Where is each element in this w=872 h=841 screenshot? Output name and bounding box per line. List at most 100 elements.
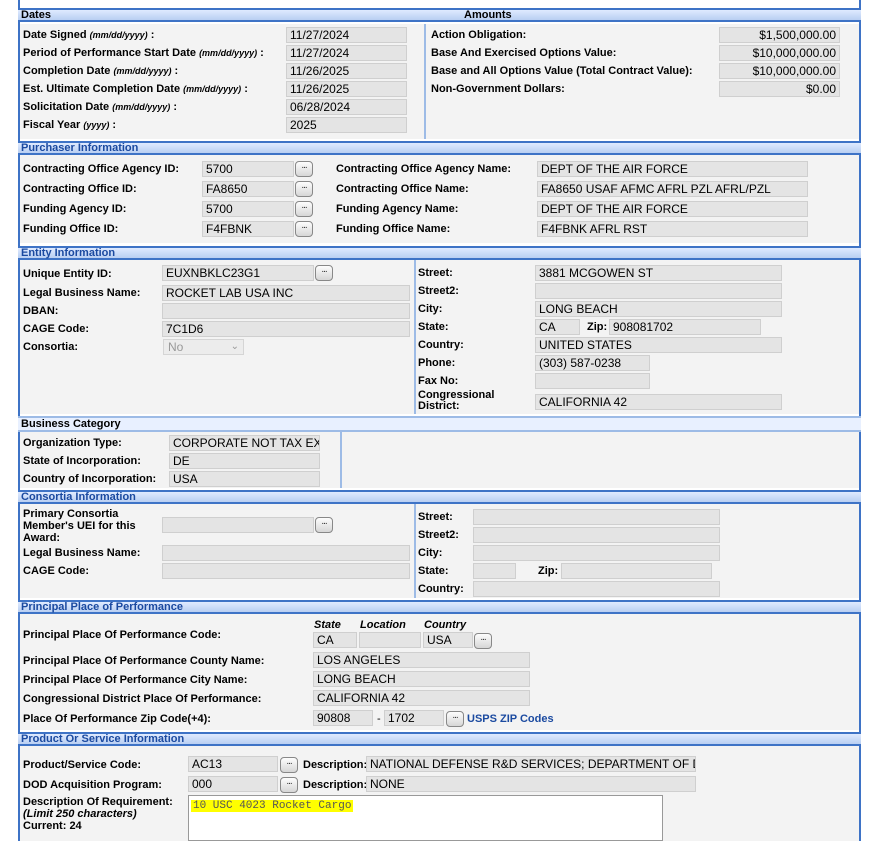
consortia-legal-name-field[interactable]: [162, 545, 410, 561]
pop-zip4-field[interactable]: 1702: [384, 710, 444, 726]
co-agency-name-field[interactable]: DEPT OF THE AIR FORCE: [537, 161, 808, 177]
dod-description-field[interactable]: NONE: [366, 776, 696, 792]
psc-label: Product/Service Code:: [23, 759, 141, 771]
psc-lookup-icon[interactable]: ...: [280, 757, 298, 773]
est-ultimate-field[interactable]: 11/26/2025: [286, 81, 407, 97]
entity-header: Entity Information: [18, 246, 861, 260]
state-label: State:: [418, 321, 449, 333]
psc-field[interactable]: AC13: [188, 756, 278, 772]
street2-label: Street2:: [418, 285, 459, 297]
pop-location-field[interactable]: [359, 632, 421, 648]
co-agency-lookup-icon[interactable]: ...: [295, 161, 313, 177]
base-all-options-field[interactable]: $10,000,000.00: [719, 63, 840, 79]
funding-office-name-label: Funding Office Name:: [336, 223, 451, 235]
requirement-text: 10 USC 4023 Rocket Cargo: [191, 800, 354, 812]
pop-start-field[interactable]: 11/27/2024: [286, 45, 407, 61]
pop-zip-label: Place Of Performance Zip Code(+4):: [23, 713, 211, 725]
dod-program-lookup-icon[interactable]: ...: [280, 777, 298, 793]
date-signed-field[interactable]: 11/27/2024: [286, 27, 407, 43]
legal-name-field[interactable]: ROCKET LAB USA INC: [162, 285, 410, 301]
fax-field[interactable]: [535, 373, 650, 389]
cong-district-field[interactable]: CALIFORNIA 42: [535, 394, 782, 410]
solicitation-date-label: Solicitation Date (mm/dd/yyyy) :: [23, 101, 178, 113]
consortia-cage-field[interactable]: [162, 563, 410, 579]
co-name-label: Contracting Office Name:: [336, 183, 469, 195]
phone-field[interactable]: (303) 587-0238: [535, 355, 650, 371]
city-field[interactable]: LONG BEACH: [535, 301, 782, 317]
completion-date-field[interactable]: 11/26/2025: [286, 63, 407, 79]
pop-zip-lookup-icon[interactable]: ...: [446, 711, 464, 727]
consortia-street2-label: Street2:: [418, 529, 459, 541]
product-header: Product Or Service Information: [18, 732, 861, 746]
consortia-uei-lookup-icon[interactable]: ...: [315, 517, 333, 533]
solicitation-date-field[interactable]: 06/28/2024: [286, 99, 407, 115]
base-exercised-field[interactable]: $10,000,000.00: [719, 45, 840, 61]
non-gov-dollars-field[interactable]: $0.00: [719, 81, 840, 97]
funding-agency-id-field[interactable]: 5700: [202, 201, 294, 217]
org-type-label: Organization Type:: [23, 437, 122, 449]
funding-office-lookup-icon[interactable]: ...: [295, 221, 313, 237]
co-agency-id-field[interactable]: 5700: [202, 161, 294, 177]
action-obligation-field[interactable]: $1,500,000.00: [719, 27, 840, 43]
funding-agency-lookup-icon[interactable]: ...: [295, 201, 313, 217]
divider: [414, 504, 416, 598]
co-id-lookup-icon[interactable]: ...: [295, 181, 313, 197]
dod-program-label: DOD Acquisition Program:: [23, 779, 162, 791]
pop-country-field[interactable]: USA: [423, 632, 473, 648]
consortia-city-field[interactable]: [473, 545, 720, 561]
country-field[interactable]: UNITED STATES: [535, 337, 782, 353]
divider: [340, 432, 342, 488]
country-inc-field[interactable]: USA: [169, 471, 320, 487]
consortia-zip-field[interactable]: [561, 563, 712, 579]
street-label: Street:: [418, 267, 453, 279]
pop-county-label: Principal Place Of Performance County Na…: [23, 655, 265, 667]
co-name-field[interactable]: FA8650 USAF AFMC AFRL PZL AFRL/PZL: [537, 181, 808, 197]
consortia-state-field[interactable]: [473, 563, 516, 579]
pop-zip-separator: -: [377, 713, 381, 725]
org-type-field[interactable]: CORPORATE NOT TAX EXEMPT: [169, 435, 320, 451]
consortia-legal-name-label: Legal Business Name:: [23, 547, 141, 559]
zip-field[interactable]: 908081702: [609, 319, 761, 335]
co-agency-id-label: Contracting Office Agency ID:: [23, 163, 180, 175]
divider: [424, 24, 426, 139]
funding-office-name-field[interactable]: F4FBNK AFRL RST: [537, 221, 808, 237]
state-inc-field[interactable]: DE: [169, 453, 320, 469]
pop-city-field[interactable]: LONG BEACH: [313, 671, 530, 687]
pop-zip5-field[interactable]: 90808: [313, 710, 373, 726]
pop-county-field[interactable]: LOS ANGELES: [313, 652, 530, 668]
consortia-country-field[interactable]: [473, 581, 720, 597]
funding-office-id-field[interactable]: F4FBNK: [202, 221, 294, 237]
pop-state-field[interactable]: CA: [313, 632, 357, 648]
primary-consortia-uei-field[interactable]: [162, 517, 314, 533]
country-label: Country:: [418, 339, 464, 351]
pop-code-lookup-icon[interactable]: ...: [474, 633, 492, 649]
co-id-field[interactable]: FA8650: [202, 181, 294, 197]
state-inc-label: State of Incorporation:: [23, 455, 141, 467]
primary-consortia-uei-label: Primary Consortia Member's UEI for this Aw…: [23, 508, 136, 544]
pop-cong-field[interactable]: CALIFORNIA 42: [313, 690, 530, 706]
consortia-select[interactable]: No ⌄: [163, 339, 244, 355]
consortia-street-field[interactable]: [473, 509, 720, 525]
uei-field[interactable]: EUXNBKLC23G1: [162, 265, 314, 281]
street2-field[interactable]: [535, 283, 782, 299]
consortia-city-label: City:: [418, 547, 443, 559]
funding-agency-name-field[interactable]: DEPT OF THE AIR FORCE: [537, 201, 808, 217]
consortia-zip-label: Zip:: [538, 565, 559, 577]
chevron-down-icon: ⌄: [230, 341, 239, 352]
dban-field[interactable]: [162, 303, 410, 319]
consortia-cage-label: CAGE Code:: [23, 565, 89, 577]
business-category-header: Business Category: [18, 416, 861, 432]
divider: [414, 260, 416, 414]
psc-description-field[interactable]: NATIONAL DEFENSE R&D SERVICES; DEPARTMEN…: [366, 756, 696, 772]
state-field[interactable]: CA: [535, 319, 580, 335]
usps-zip-codes-link[interactable]: USPS ZIP Codes: [467, 713, 554, 725]
uei-lookup-icon[interactable]: ...: [315, 265, 333, 281]
requirement-label: Description Of Requirement: (Limit 250 ch…: [23, 796, 173, 832]
street-field[interactable]: 3881 MCGOWEN ST: [535, 265, 782, 281]
pop-col-state: State: [314, 619, 341, 631]
dod-program-field[interactable]: 000: [188, 776, 278, 792]
cage-code-field[interactable]: 7C1D6: [162, 321, 410, 337]
consortia-street2-field[interactable]: [473, 527, 720, 543]
requirement-textarea[interactable]: 10 USC 4023 Rocket Cargo: [188, 795, 663, 841]
fiscal-year-field[interactable]: 2025: [286, 117, 407, 133]
